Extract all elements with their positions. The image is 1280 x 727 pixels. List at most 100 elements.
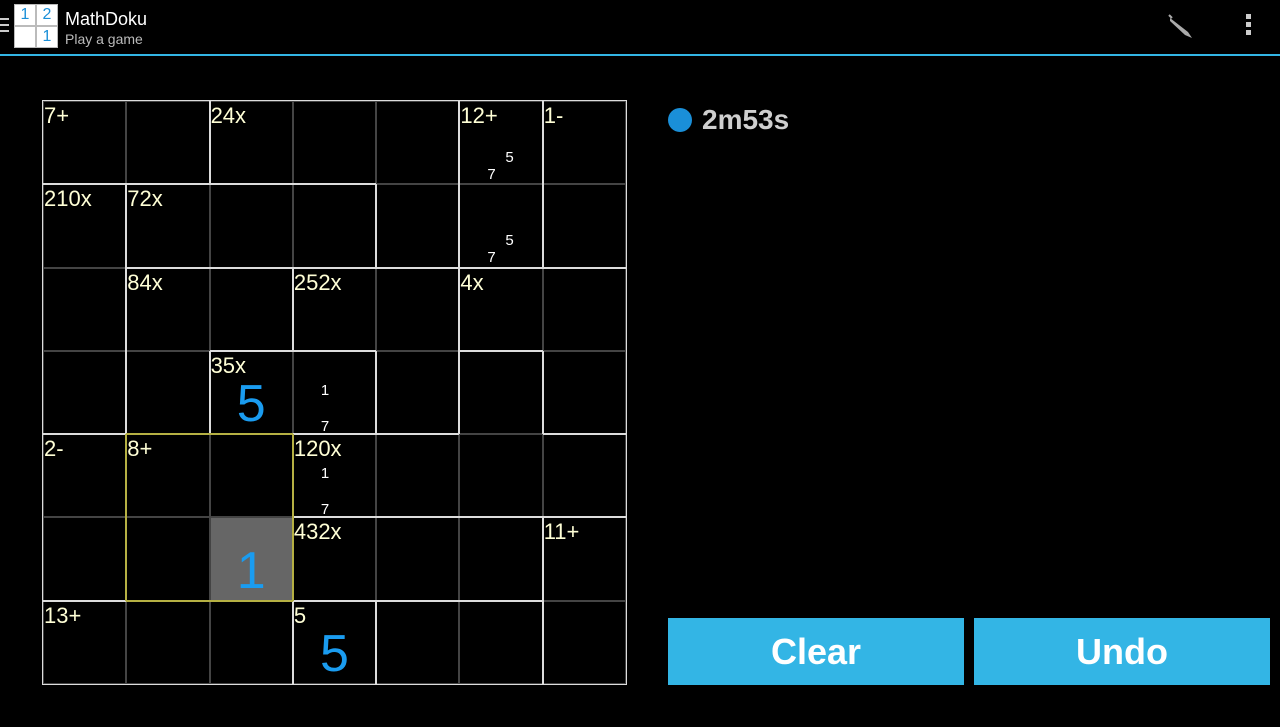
grid-cell[interactable] (376, 600, 460, 684)
grid-cell[interactable] (292, 101, 377, 185)
cell-memo: 7 (487, 166, 496, 183)
cage-border (209, 599, 293, 602)
cage-border (126, 599, 210, 602)
grid-cell[interactable] (209, 267, 293, 351)
cage-label: 1- (543, 103, 564, 128)
cage-border (458, 184, 461, 268)
cage-border (125, 434, 128, 518)
grid-cell[interactable] (459, 434, 543, 518)
grid-cell[interactable] (376, 267, 460, 351)
cage-border (459, 599, 543, 602)
pen-icon[interactable] (1166, 12, 1196, 42)
cell-value: 1 (236, 541, 266, 600)
grid-cell[interactable] (292, 350, 377, 435)
grid-cell[interactable] (292, 184, 377, 268)
grid-cell[interactable] (459, 350, 543, 435)
cage-label: 8+ (127, 436, 153, 462)
cage-label: 2- (44, 436, 64, 462)
grid-cell[interactable] (459, 517, 543, 601)
clear-button[interactable]: Clear (668, 618, 964, 685)
navigation-up-icon[interactable] (0, 18, 9, 34)
cell-memo: 7 (487, 249, 496, 267)
grid-cell[interactable] (542, 184, 626, 268)
cage-border (209, 183, 293, 186)
grid-cell[interactable] (376, 517, 460, 601)
cage-border (542, 516, 626, 519)
cage-label: 11+ (543, 519, 580, 545)
cage-label: 72x (127, 186, 163, 212)
cage-label: 24x (210, 103, 247, 128)
grid-cell[interactable] (126, 101, 210, 185)
cage-border (542, 433, 626, 436)
cage-border (541, 600, 544, 684)
cage-border (376, 266, 460, 269)
app-logo-digit: 1 (14, 4, 36, 26)
grid-cell[interactable] (126, 350, 210, 435)
cage-label: 7+ (44, 103, 70, 128)
cage-border (542, 266, 626, 269)
cage-border (292, 516, 377, 519)
cage-border (209, 349, 293, 352)
cage-border (125, 517, 128, 601)
undo-button[interactable]: Undo (974, 618, 1270, 685)
cell-memo: 1 (320, 465, 330, 483)
cage-border (292, 183, 377, 186)
cage-label: 12+ (460, 103, 498, 128)
cage-border (125, 350, 128, 435)
grid-cell[interactable] (542, 434, 626, 518)
cage-border (459, 516, 543, 519)
cage-label: 432x (293, 519, 342, 545)
grid-cell[interactable] (209, 434, 293, 518)
grid-cell[interactable] (376, 184, 460, 268)
timer-status-icon (668, 108, 692, 132)
grid-cell[interactable] (126, 517, 210, 601)
cage-border (459, 266, 543, 269)
cage-border (125, 267, 128, 351)
grid-cell[interactable] (542, 350, 626, 435)
cage-border (376, 599, 460, 602)
cage-border (458, 350, 461, 435)
grid-cell[interactable] (459, 184, 543, 268)
grid-cell[interactable] (376, 434, 460, 518)
puzzle-grid: 7+ 24x 12+ 1- 210x 72x 84x 252x 4x 35x 2- 8+ 120x 432… (42, 100, 627, 685)
grid-cell[interactable] (376, 101, 460, 185)
grid-cell[interactable] (209, 184, 293, 268)
grid-cell[interactable] (43, 350, 127, 435)
cell-memo: 5 (505, 149, 514, 166)
grid-cell[interactable] (376, 350, 460, 435)
grid-cell[interactable] (209, 600, 293, 684)
cage-border (375, 600, 378, 684)
cage-border (126, 433, 210, 436)
cage-border (375, 184, 378, 268)
cell-memo: 7 (320, 501, 330, 519)
grid-cell[interactable] (43, 267, 127, 351)
cage-label: 35x (210, 352, 247, 378)
cell-memo: 7 (320, 417, 330, 435)
grid-cell[interactable] (542, 267, 626, 351)
cage-border (209, 266, 293, 269)
cell-memo: 5 (505, 232, 514, 250)
overflow-menu-icon[interactable] (1240, 14, 1256, 40)
cage-border (459, 349, 543, 352)
action-bar: 1 2 1 MathDoku Play a game (0, 0, 1280, 56)
cage-border (541, 517, 544, 601)
timer: 2m53s (702, 104, 790, 135)
cage-border (541, 184, 544, 268)
app-logo-icon[interactable]: 1 2 1 (14, 4, 58, 48)
grid-cell[interactable] (459, 600, 543, 684)
app-logo-digit: 2 (36, 4, 58, 26)
app-logo-digit: 1 (36, 26, 58, 48)
cage-label: 120x (293, 436, 342, 462)
cage-border (43, 433, 127, 436)
cage-border (292, 266, 377, 269)
cell-value: 5 (236, 375, 266, 434)
cage-border (291, 434, 294, 518)
app-title: MathDoku (65, 9, 148, 29)
cage-border (458, 267, 461, 351)
grid-cell[interactable] (126, 600, 210, 684)
cage-border (208, 101, 211, 185)
grid-cell[interactable] (43, 517, 127, 601)
grid-cell[interactable] (542, 600, 626, 684)
cage-label: 13+ (44, 602, 82, 628)
cage-border (43, 183, 127, 186)
